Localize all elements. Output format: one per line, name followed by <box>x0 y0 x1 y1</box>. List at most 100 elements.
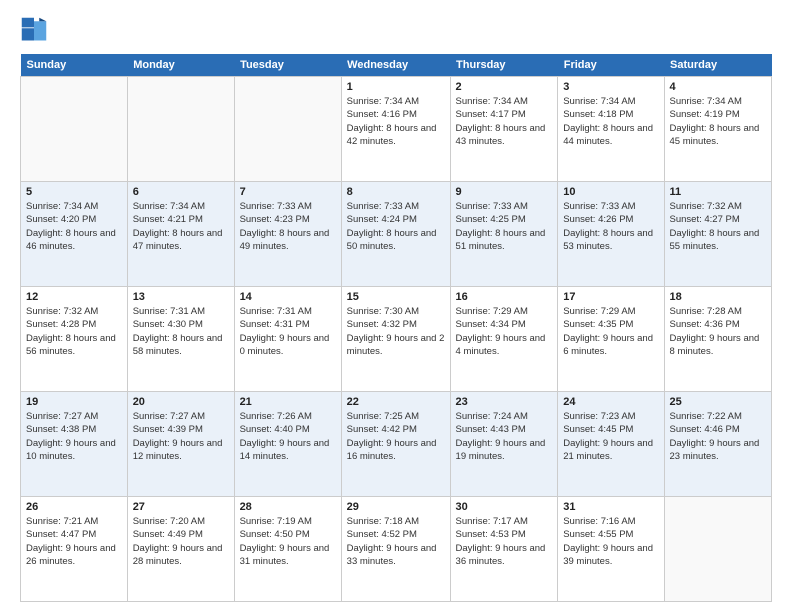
day-info: Sunrise: 7:32 AM Sunset: 4:27 PM Dayligh… <box>670 200 766 253</box>
day-info: Sunrise: 7:34 AM Sunset: 4:20 PM Dayligh… <box>26 200 122 253</box>
day-number: 4 <box>670 81 766 93</box>
weekday-header: Thursday <box>450 54 558 77</box>
day-number: 15 <box>347 291 445 303</box>
weekday-header: Wednesday <box>341 54 450 77</box>
day-number: 22 <box>347 396 445 408</box>
calendar-cell: 26 Sunrise: 7:21 AM Sunset: 4:47 PM Dayli… <box>21 497 128 602</box>
day-number: 12 <box>26 291 122 303</box>
day-number: 1 <box>347 81 445 93</box>
calendar-cell: 18 Sunrise: 7:28 AM Sunset: 4:36 PM Dayli… <box>664 287 771 392</box>
day-number: 11 <box>670 186 766 198</box>
weekday-header: Tuesday <box>234 54 341 77</box>
day-info: Sunrise: 7:27 AM Sunset: 4:39 PM Dayligh… <box>133 410 229 463</box>
day-number: 31 <box>563 501 658 513</box>
day-info: Sunrise: 7:16 AM Sunset: 4:55 PM Dayligh… <box>563 515 658 568</box>
calendar-cell: 25 Sunrise: 7:22 AM Sunset: 4:46 PM Dayli… <box>664 392 771 497</box>
weekday-header: Saturday <box>664 54 771 77</box>
day-number: 30 <box>456 501 553 513</box>
day-number: 20 <box>133 396 229 408</box>
day-number: 19 <box>26 396 122 408</box>
day-info: Sunrise: 7:28 AM Sunset: 4:36 PM Dayligh… <box>670 305 766 358</box>
day-info: Sunrise: 7:33 AM Sunset: 4:26 PM Dayligh… <box>563 200 658 253</box>
day-info: Sunrise: 7:25 AM Sunset: 4:42 PM Dayligh… <box>347 410 445 463</box>
day-info: Sunrise: 7:34 AM Sunset: 4:21 PM Dayligh… <box>133 200 229 253</box>
day-number: 18 <box>670 291 766 303</box>
calendar-cell: 21 Sunrise: 7:26 AM Sunset: 4:40 PM Dayli… <box>234 392 341 497</box>
calendar-cell: 16 Sunrise: 7:29 AM Sunset: 4:34 PM Dayli… <box>450 287 558 392</box>
day-info: Sunrise: 7:33 AM Sunset: 4:25 PM Dayligh… <box>456 200 553 253</box>
calendar-week-row: 12 Sunrise: 7:32 AM Sunset: 4:28 PM Dayli… <box>21 287 772 392</box>
day-info: Sunrise: 7:19 AM Sunset: 4:50 PM Dayligh… <box>240 515 336 568</box>
calendar-cell <box>234 77 341 182</box>
day-number: 25 <box>670 396 766 408</box>
calendar-cell <box>127 77 234 182</box>
day-number: 16 <box>456 291 553 303</box>
day-info: Sunrise: 7:24 AM Sunset: 4:43 PM Dayligh… <box>456 410 553 463</box>
day-info: Sunrise: 7:31 AM Sunset: 4:30 PM Dayligh… <box>133 305 229 358</box>
calendar-cell: 29 Sunrise: 7:18 AM Sunset: 4:52 PM Dayli… <box>341 497 450 602</box>
day-number: 13 <box>133 291 229 303</box>
calendar-cell <box>664 497 771 602</box>
day-info: Sunrise: 7:29 AM Sunset: 4:35 PM Dayligh… <box>563 305 658 358</box>
day-number: 21 <box>240 396 336 408</box>
calendar-week-row: 26 Sunrise: 7:21 AM Sunset: 4:47 PM Dayli… <box>21 497 772 602</box>
day-number: 8 <box>347 186 445 198</box>
day-number: 10 <box>563 186 658 198</box>
calendar-cell: 19 Sunrise: 7:27 AM Sunset: 4:38 PM Dayli… <box>21 392 128 497</box>
calendar-cell: 1 Sunrise: 7:34 AM Sunset: 4:16 PM Daylig… <box>341 77 450 182</box>
day-info: Sunrise: 7:34 AM Sunset: 4:16 PM Dayligh… <box>347 95 445 148</box>
calendar-cell: 14Sunrise: 7:31 AM Sunset: 4:31 PM Dayli… <box>234 287 341 392</box>
weekday-header: Friday <box>558 54 664 77</box>
day-info: Sunrise: 7:20 AM Sunset: 4:49 PM Dayligh… <box>133 515 229 568</box>
calendar-cell: 17Sunrise: 7:29 AM Sunset: 4:35 PM Dayli… <box>558 287 664 392</box>
calendar-cell: 23 Sunrise: 7:24 AM Sunset: 4:43 PM Dayli… <box>450 392 558 497</box>
calendar-week-row: 19 Sunrise: 7:27 AM Sunset: 4:38 PM Dayli… <box>21 392 772 497</box>
calendar-cell: 6 Sunrise: 7:34 AM Sunset: 4:21 PM Daylig… <box>127 182 234 287</box>
calendar-week-row: 1 Sunrise: 7:34 AM Sunset: 4:16 PM Daylig… <box>21 77 772 182</box>
day-number: 6 <box>133 186 229 198</box>
calendar-cell: 11 Sunrise: 7:32 AM Sunset: 4:27 PM Dayli… <box>664 182 771 287</box>
calendar-cell: 12 Sunrise: 7:32 AM Sunset: 4:28 PM Dayli… <box>21 287 128 392</box>
day-info: Sunrise: 7:18 AM Sunset: 4:52 PM Dayligh… <box>347 515 445 568</box>
day-info: Sunrise: 7:34 AM Sunset: 4:19 PM Dayligh… <box>670 95 766 148</box>
day-info: Sunrise: 7:29 AM Sunset: 4:34 PM Dayligh… <box>456 305 553 358</box>
day-number: 28 <box>240 501 336 513</box>
day-info: Sunrise: 7:34 AM Sunset: 4:18 PM Dayligh… <box>563 95 658 148</box>
day-number: 23 <box>456 396 553 408</box>
calendar-cell: 30 Sunrise: 7:17 AM Sunset: 4:53 PM Dayli… <box>450 497 558 602</box>
day-info: Sunrise: 7:26 AM Sunset: 4:40 PM Dayligh… <box>240 410 336 463</box>
day-info: Sunrise: 7:34 AM Sunset: 4:17 PM Dayligh… <box>456 95 553 148</box>
calendar-cell: 9Sunrise: 7:33 AM Sunset: 4:25 PM Daylig… <box>450 182 558 287</box>
calendar-cell: 2 Sunrise: 7:34 AM Sunset: 4:17 PM Daylig… <box>450 77 558 182</box>
weekday-header: Monday <box>127 54 234 77</box>
calendar-cell: 28 Sunrise: 7:19 AM Sunset: 4:50 PM Dayli… <box>234 497 341 602</box>
day-number: 26 <box>26 501 122 513</box>
calendar-cell: 8 Sunrise: 7:33 AM Sunset: 4:24 PM Daylig… <box>341 182 450 287</box>
calendar-cell: 13 Sunrise: 7:31 AM Sunset: 4:30 PM Dayli… <box>127 287 234 392</box>
day-number: 27 <box>133 501 229 513</box>
page-header <box>20 16 772 44</box>
logo <box>20 16 52 44</box>
day-info: Sunrise: 7:32 AM Sunset: 4:28 PM Dayligh… <box>26 305 122 358</box>
day-info: Sunrise: 7:33 AM Sunset: 4:23 PM Dayligh… <box>240 200 336 253</box>
calendar-cell: 7 Sunrise: 7:33 AM Sunset: 4:23 PM Daylig… <box>234 182 341 287</box>
calendar-cell <box>21 77 128 182</box>
calendar-cell: 3Sunrise: 7:34 AM Sunset: 4:18 PM Daylig… <box>558 77 664 182</box>
calendar-cell: 27 Sunrise: 7:20 AM Sunset: 4:49 PM Dayli… <box>127 497 234 602</box>
day-number: 29 <box>347 501 445 513</box>
calendar-cell: 10 Sunrise: 7:33 AM Sunset: 4:26 PM Dayli… <box>558 182 664 287</box>
calendar-cell: 31 Sunrise: 7:16 AM Sunset: 4:55 PM Dayli… <box>558 497 664 602</box>
calendar-cell: 15 Sunrise: 7:30 AM Sunset: 4:32 PM Dayli… <box>341 287 450 392</box>
day-number: 5 <box>26 186 122 198</box>
calendar-cell: 4 Sunrise: 7:34 AM Sunset: 4:19 PM Daylig… <box>664 77 771 182</box>
day-info: Sunrise: 7:31 AM Sunset: 4:31 PM Dayligh… <box>240 305 336 358</box>
day-number: 7 <box>240 186 336 198</box>
day-info: Sunrise: 7:27 AM Sunset: 4:38 PM Dayligh… <box>26 410 122 463</box>
day-number: 2 <box>456 81 553 93</box>
day-info: Sunrise: 7:22 AM Sunset: 4:46 PM Dayligh… <box>670 410 766 463</box>
day-info: Sunrise: 7:30 AM Sunset: 4:32 PM Dayligh… <box>347 305 445 358</box>
day-info: Sunrise: 7:21 AM Sunset: 4:47 PM Dayligh… <box>26 515 122 568</box>
calendar-table: SundayMondayTuesdayWednesdayThursdayFrid… <box>20 54 772 602</box>
day-info: Sunrise: 7:33 AM Sunset: 4:24 PM Dayligh… <box>347 200 445 253</box>
day-info: Sunrise: 7:17 AM Sunset: 4:53 PM Dayligh… <box>456 515 553 568</box>
